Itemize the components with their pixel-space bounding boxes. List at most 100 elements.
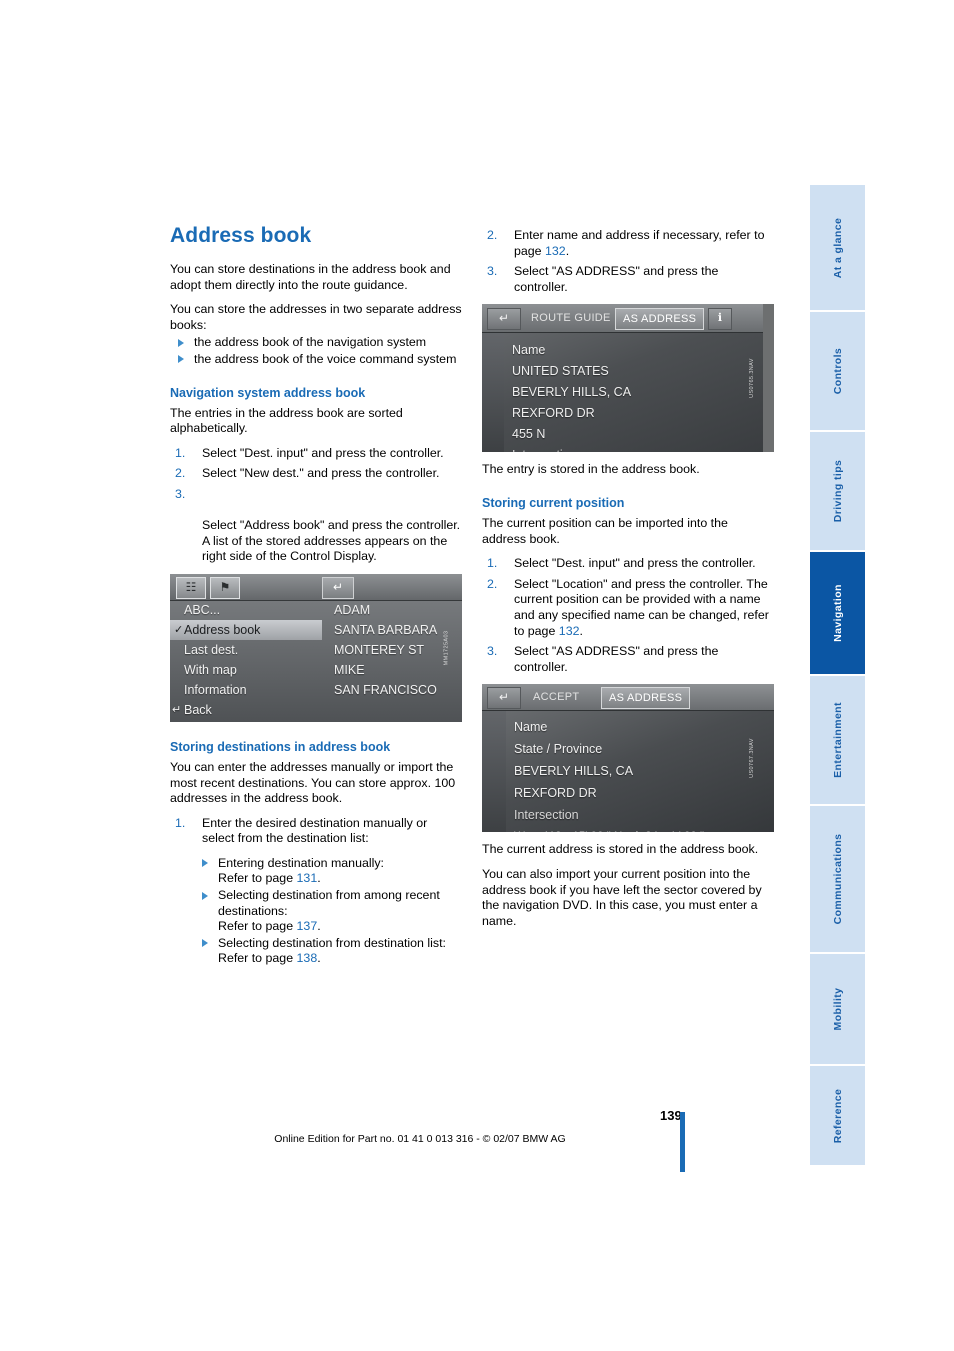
tab-label: AS ADDRESS: [623, 313, 697, 326]
page-reference[interactable]: 138: [297, 951, 318, 965]
intro-paragraph-2: You can store the addresses in two separ…: [170, 302, 462, 332]
list-item[interactable]: Last dest.: [170, 640, 322, 660]
entry-line[interactable]: Name: [514, 716, 704, 738]
list-item[interactable]: With map: [170, 660, 322, 680]
list-item-label: MIKE: [334, 662, 365, 677]
screen-left-strip: [482, 710, 506, 833]
list-item: the address book of the navigation syste…: [170, 335, 462, 351]
entry-line[interactable]: REXFORD DR: [514, 782, 704, 804]
list-item-selected[interactable]: ✓ Address book: [170, 619, 322, 640]
step-item: 3. Select "AS ADDRESS" and press the con…: [482, 264, 774, 295]
tab-label: ACCEPT: [533, 691, 580, 704]
list-item[interactable]: MONTEREY ST: [322, 640, 462, 660]
list-item[interactable]: SAN FRANCISCO: [322, 680, 462, 700]
list-item-label: Address book: [184, 622, 261, 637]
coordinates-line: West 118 ° 15' 00 " North 34 ° 4 ' 00 ": [514, 826, 704, 832]
tab-at-a-glance[interactable]: At a glance: [810, 185, 865, 310]
list-item-label: Information: [184, 682, 247, 697]
tab-label: ROUTE GUIDE: [531, 312, 611, 325]
triangle-bullet-icon: [178, 355, 184, 364]
back-arrow-icon[interactable]: ↵: [487, 687, 521, 710]
step-item: 2. Enter name and address if necessary, …: [482, 228, 774, 259]
screenshot-address-book-menu: ☷ ⚑ ↵ ABC... ✓ Address book Last dest. W…: [170, 573, 462, 722]
info-icon[interactable]: ℹ: [708, 308, 732, 331]
list-item: Selecting destination from among recent …: [170, 888, 462, 935]
step-item: 1. Select "Dest. input" and press the co…: [482, 556, 774, 572]
tab-label: Mobility: [831, 987, 844, 1031]
list-item-label: ADAM: [334, 602, 371, 617]
entry-line[interactable]: Name: [512, 340, 631, 361]
tab-accept[interactable]: ACCEPT: [526, 687, 586, 707]
list-item-back[interactable]: ↵ Back: [170, 700, 322, 720]
refer-text-end: .: [317, 951, 321, 966]
map-icon: ☷: [176, 576, 206, 599]
closing-paragraph: You can also import your current positio…: [482, 866, 762, 928]
right-top-steps: 2. Enter name and address if necessary, …: [482, 228, 774, 295]
screenshot-accept-as-address: ↵ ACCEPT AS ADDRESS Name State / Provinc…: [482, 684, 774, 833]
tab-driving-tips[interactable]: Driving tips: [810, 432, 865, 550]
step-number: 2.: [487, 576, 498, 591]
page-reference[interactable]: 131: [297, 871, 318, 885]
address-book-types-list: the address book of the navigation syste…: [170, 335, 462, 367]
tab-controls[interactable]: Controls: [810, 312, 865, 430]
refer-text: Refer to page: [218, 871, 297, 886]
entry-line[interactable]: REXFORD DR: [512, 403, 631, 424]
step-text: Select "Location" and press the controll…: [514, 576, 769, 638]
tab-route-guide[interactable]: ROUTE GUIDE: [524, 308, 618, 328]
section2-steps: 1. Enter the desired destination manuall…: [170, 816, 462, 847]
screen-left-strip: [482, 332, 504, 453]
tab-label: Communications: [831, 833, 844, 925]
tab-communications[interactable]: Communications: [810, 806, 865, 952]
step-number: 1.: [175, 445, 186, 460]
section1-steps: 1. Select "Dest. input" and press the co…: [170, 446, 462, 565]
tab-as-address[interactable]: AS ADDRESS: [601, 687, 691, 710]
entry-line[interactable]: Intersection: [514, 804, 704, 826]
tab-reference[interactable]: Reference: [810, 1066, 865, 1165]
list-item-label: the address book of the navigation syste…: [194, 335, 427, 350]
step-text: Select "Dest. input" and press the contr…: [514, 556, 756, 571]
step-number: 2.: [175, 466, 186, 481]
list-item: the address book of the voice command sy…: [170, 352, 462, 368]
entry-line[interactable]: Intersection: [512, 445, 631, 452]
list-item-label: Entering destination manually:: [218, 855, 384, 870]
tab-label: Controls: [831, 347, 844, 395]
step-number: 3.: [175, 486, 186, 501]
tab-mobility[interactable]: Mobility: [810, 954, 865, 1064]
triangle-bullet-icon: [202, 939, 208, 948]
entry-line[interactable]: State / Province: [514, 738, 704, 760]
list-item[interactable]: ADAM: [322, 600, 462, 620]
list-item-label: Last dest.: [184, 642, 239, 657]
tab-label: Navigation: [831, 584, 844, 642]
list-item[interactable]: Information: [170, 680, 322, 700]
step-text: Select "AS ADDRESS" and press the contro…: [514, 264, 719, 294]
entry-line[interactable]: UNITED STATES: [512, 361, 631, 382]
list-item[interactable]: ABC...: [170, 600, 322, 620]
tab-entertainment[interactable]: Entertainment: [810, 676, 865, 804]
entry-line[interactable]: 455 N: [512, 424, 631, 445]
list-item[interactable]: SANTA BARBARA: [322, 620, 462, 640]
screen-entry-list: Name State / Province BEVERLY HILLS, CA …: [514, 716, 704, 832]
footer-edition-note: Online Edition for Part no. 01 41 0 013 …: [274, 1133, 566, 1145]
heading-storing-current-position: Storing current position: [482, 495, 625, 510]
step-text: Select "Dest. input" and press the contr…: [202, 445, 444, 460]
entry-line[interactable]: BEVERLY HILLS, CA: [514, 760, 704, 782]
page-reference[interactable]: 132: [545, 244, 566, 258]
tab-label: Reference: [831, 1088, 844, 1143]
tab-label: Entertainment: [831, 702, 844, 778]
step-text: Select "Address book" and press the cont…: [202, 518, 461, 564]
list-item[interactable]: MIKE: [322, 660, 462, 680]
step-text: Select "New dest." and press the control…: [202, 466, 440, 481]
section1-text: The entries in the address book are sort…: [170, 405, 403, 436]
manual-page: At a glance Controls Driving tips Naviga…: [0, 0, 954, 1351]
screenshot-route-guide-as-address: ↵ ROUTE GUIDE AS ADDRESS ℹ Name UNITED S…: [482, 304, 774, 453]
page-reference[interactable]: 137: [297, 919, 318, 933]
step-item: 2. Select "Location" and press the contr…: [482, 577, 774, 639]
tab-navigation[interactable]: Navigation: [810, 552, 865, 674]
triangle-bullet-icon: [178, 338, 184, 347]
back-arrow-icon[interactable]: ↵: [487, 308, 521, 331]
page-reference[interactable]: 132: [559, 624, 580, 638]
entry-line[interactable]: BEVERLY HILLS, CA: [512, 382, 631, 403]
tab-label: At a glance: [831, 217, 844, 278]
tab-as-address[interactable]: AS ADDRESS: [615, 308, 705, 331]
list-item-label: Back: [184, 702, 212, 717]
